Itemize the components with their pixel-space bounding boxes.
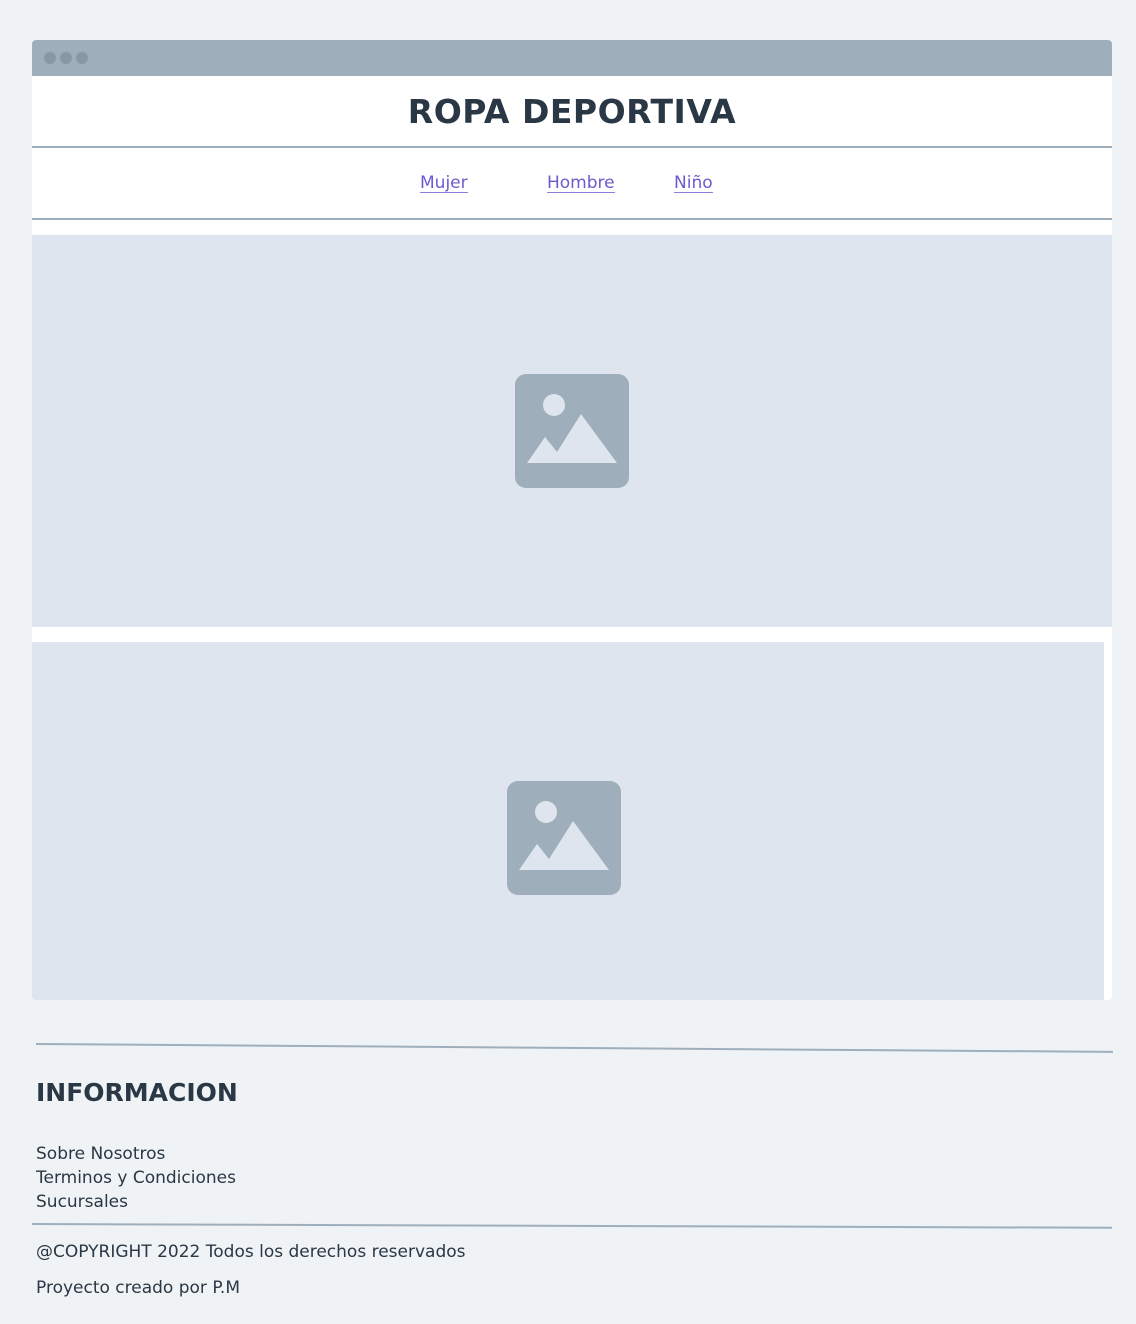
footer-heading: INFORMACION [36, 1078, 238, 1107]
window-titlebar [32, 40, 1112, 76]
image-placeholder-icon [507, 781, 621, 895]
credit-text: Proyecto creado por P.M [36, 1278, 240, 1298]
site-header: ROPA DEPORTIVA [32, 76, 1112, 148]
footer-link-terms[interactable]: Terminos y Condiciones [36, 1166, 236, 1190]
window-control-dot[interactable] [76, 52, 88, 64]
footer-divider [35, 1043, 1113, 1053]
browser-window: ROPA DEPORTIVA Mujer Hombre Niño [32, 40, 1112, 1000]
copyright-divider [31, 1223, 1112, 1229]
hero-image-placeholder [32, 235, 1112, 627]
image-placeholder-icon [515, 374, 629, 488]
secondary-image-placeholder [32, 642, 1104, 1000]
footer-links: Sobre Nosotros Terminos y Condiciones Su… [36, 1142, 236, 1214]
nav-link-mujer[interactable]: Mujer [420, 174, 468, 193]
footer-link-about[interactable]: Sobre Nosotros [36, 1142, 236, 1166]
footer-link-branches[interactable]: Sucursales [36, 1190, 236, 1214]
window-control-dot[interactable] [60, 52, 72, 64]
copyright-text: @COPYRIGHT 2022 Todos los derechos reser… [36, 1242, 466, 1262]
nav-link-hombre[interactable]: Hombre [547, 174, 615, 193]
window-control-dot[interactable] [44, 52, 56, 64]
site-title: ROPA DEPORTIVA [407, 91, 737, 131]
main-nav: Mujer Hombre Niño [32, 148, 1112, 220]
nav-link-nino[interactable]: Niño [674, 174, 713, 193]
